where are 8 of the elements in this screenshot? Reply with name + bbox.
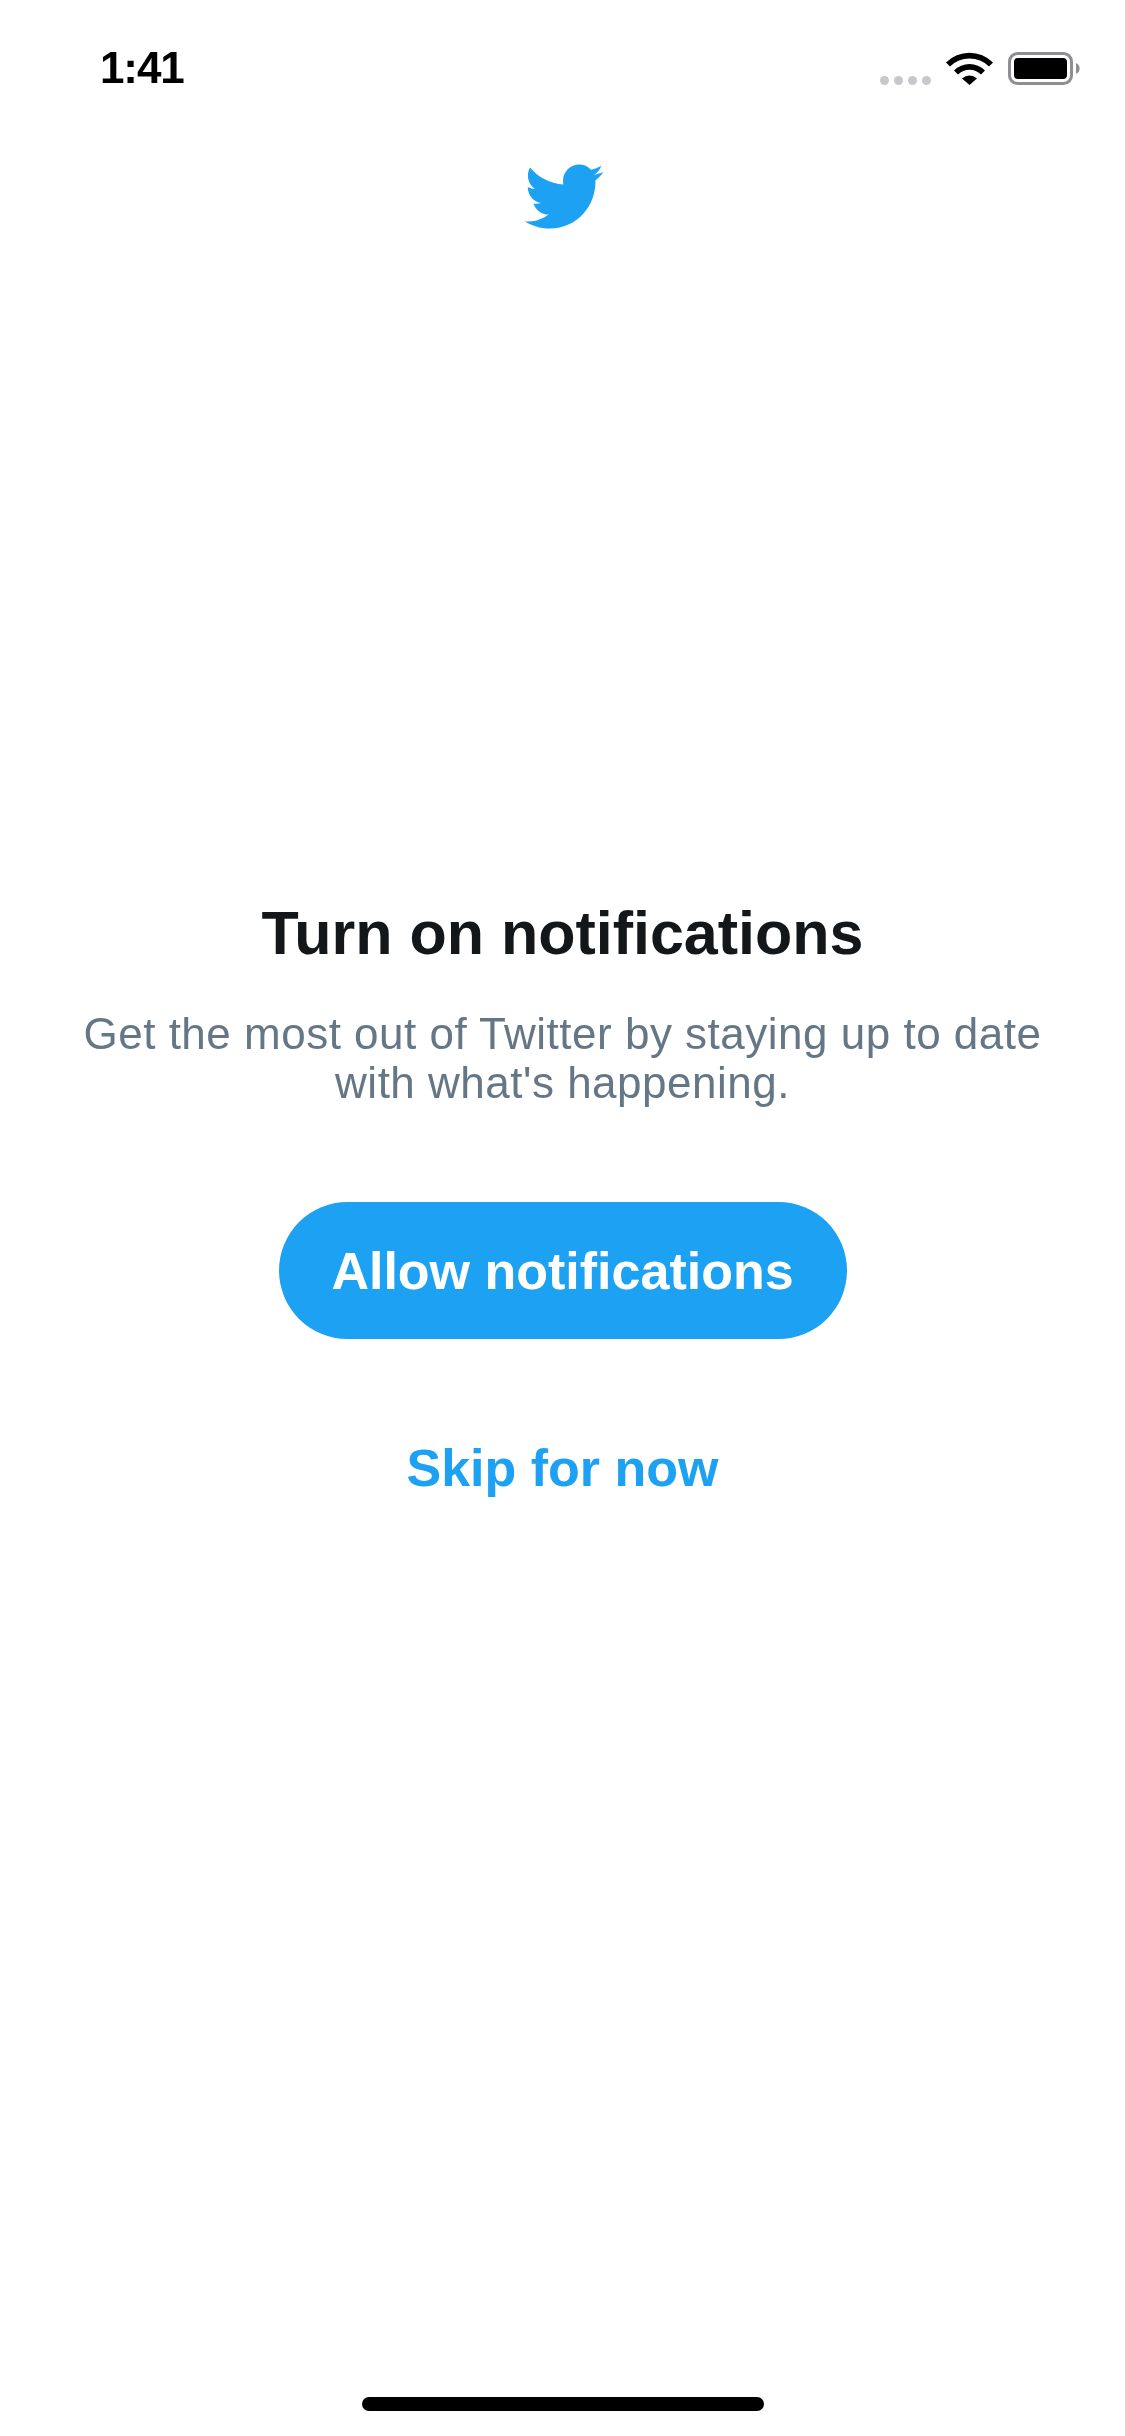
skip-link[interactable]: Skip for now: [406, 1438, 719, 1498]
wifi-icon: [946, 52, 993, 85]
status-time: 1:41: [100, 46, 184, 90]
allow-notifications-button[interactable]: Allow notifications: [278, 1202, 847, 1339]
signal-icon: [880, 76, 931, 85]
battery-icon: [1008, 52, 1082, 85]
description: Get the most out of Twitter by staying up to date with what's happening.: [82, 1009, 1043, 1107]
title: Turn on notifications: [261, 898, 864, 969]
